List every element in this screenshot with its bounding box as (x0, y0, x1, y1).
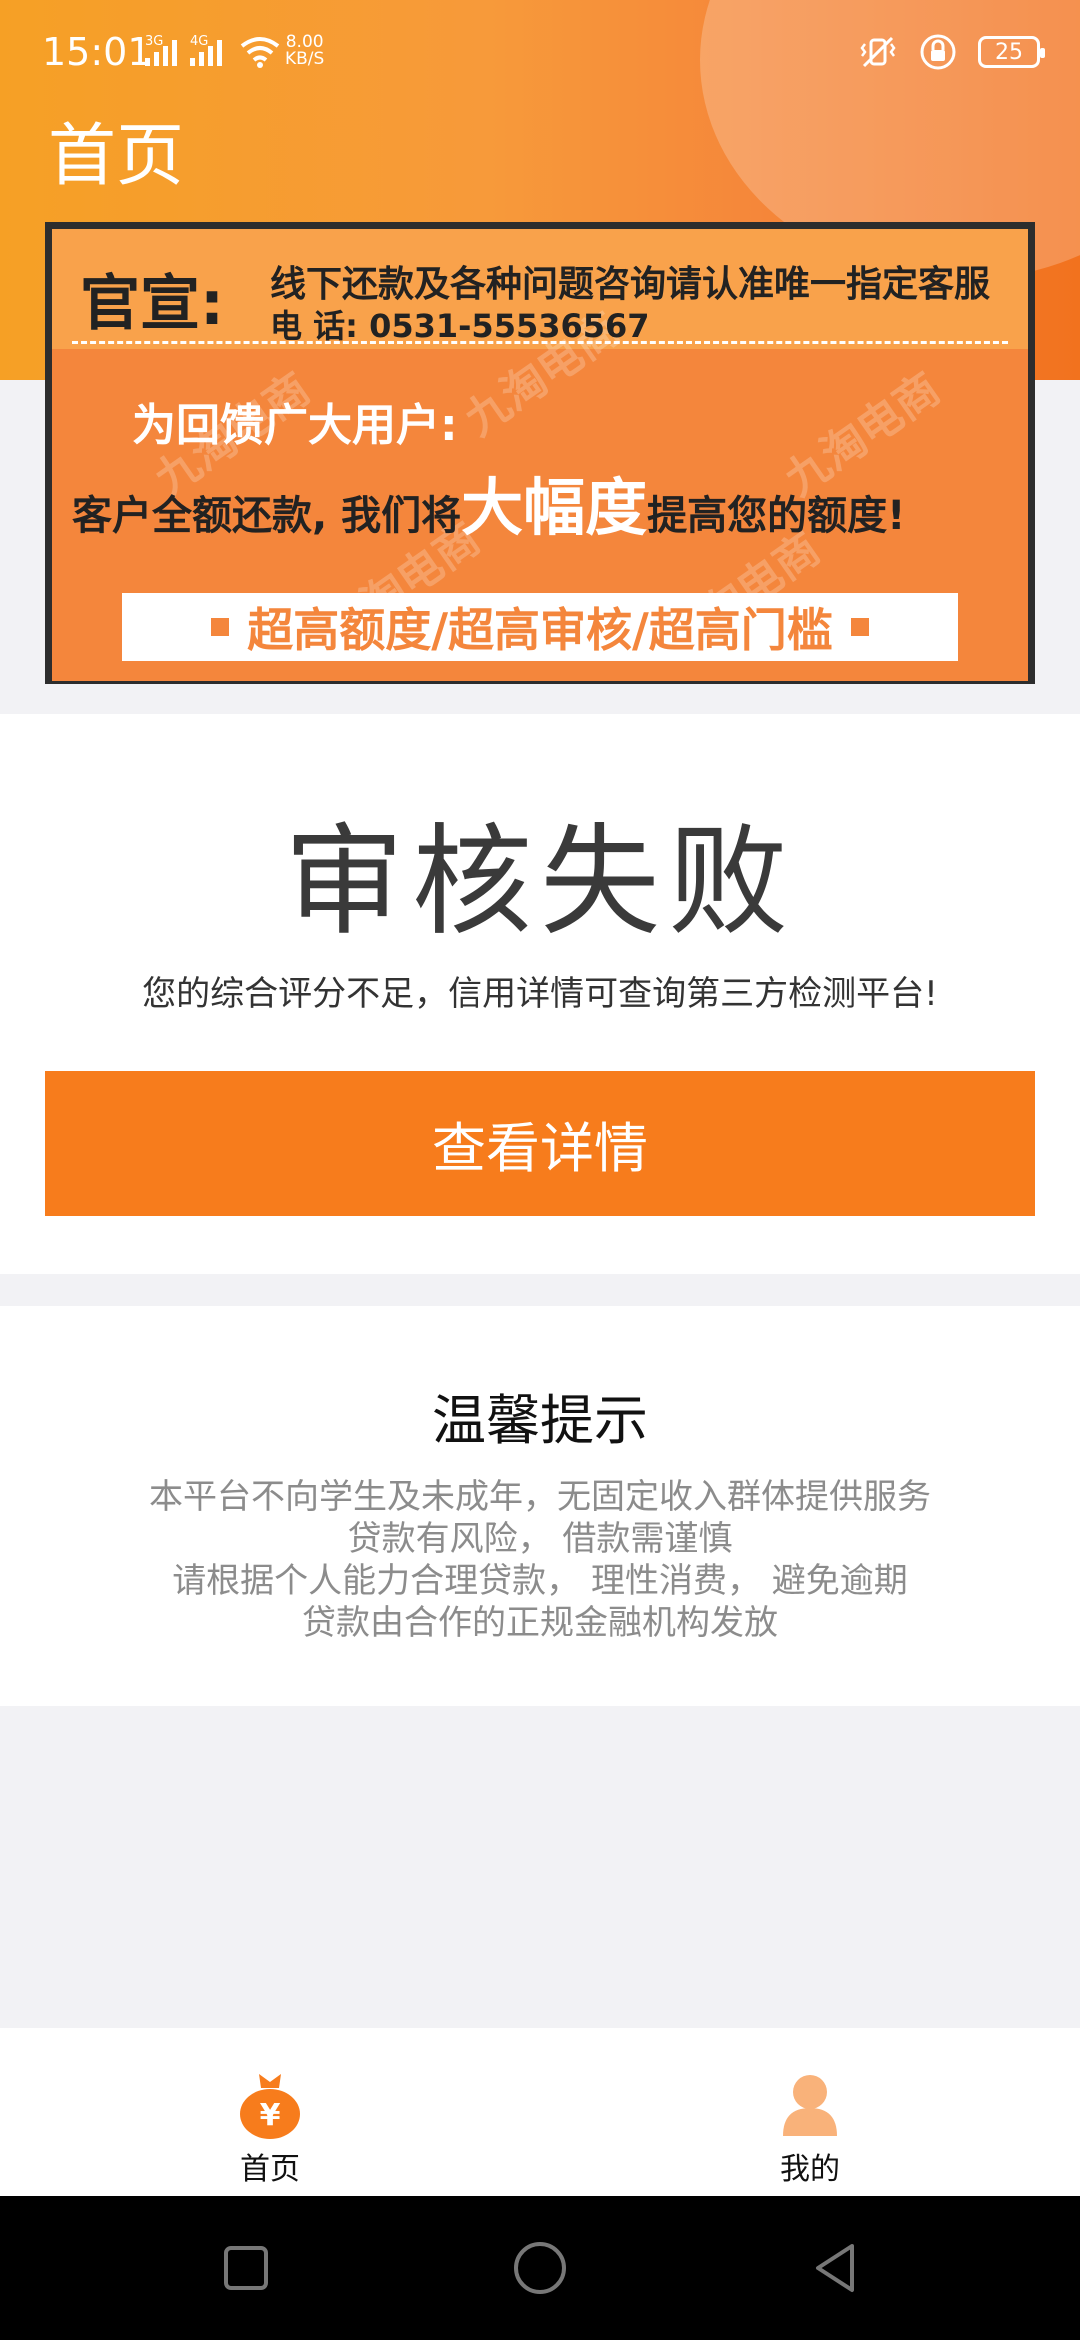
banner-strip-text: 超高额度/超高审核/超高门槛 (247, 603, 833, 657)
network-speed: 8.00 KB/S (285, 34, 324, 68)
view-details-button[interactable]: 查看详情 (45, 1071, 1035, 1216)
tab-home[interactable]: ¥ 首页 (0, 2028, 540, 2196)
banner-main-end: 额度! (807, 493, 906, 539)
banner-main-big: 大幅度 (461, 471, 648, 544)
lock-rotation-icon (920, 34, 956, 70)
signal-3g-icon: 3G (145, 34, 177, 66)
status-right-group: 25 (858, 32, 1045, 72)
promo-banner[interactable]: 九淘电商 九淘电商 九淘电商 九淘电商 九淘电商 官宣: 线下还款及各种问题咨询… (45, 222, 1035, 684)
strip-square-icon (850, 618, 869, 636)
back-triangle-icon[interactable] (804, 2236, 868, 2300)
bottom-tab-bar: ¥ 首页 我的 (0, 2028, 1080, 2196)
tab-mine-label: 我的 (780, 2152, 840, 2187)
user-icon (783, 2075, 837, 2136)
strip-square-icon (211, 618, 230, 636)
vibrate-icon (860, 36, 896, 68)
tips-title: 温馨提示 (432, 1389, 648, 1452)
tips-lines: 本平台不向学生及未成年，无固定收入群体提供服务 贷款有风险， 借款需谨慎 请根据… (0, 1476, 1080, 1644)
wifi-icon (240, 37, 280, 68)
svg-text:¥: ¥ (260, 2098, 281, 2133)
tips-card: 温馨提示 本平台不向学生及未成年，无固定收入群体提供服务 贷款有风险， 借款需谨… (0, 1306, 1080, 1706)
home-circle-icon[interactable] (508, 2236, 572, 2300)
banner-phone: 电 话: 0531-55536567 (270, 307, 650, 345)
banner-heading: 为回馈广大用户: (132, 400, 458, 451)
system-nav-bar (0, 2196, 1080, 2340)
banner-main-mid: 提高您的 (647, 493, 808, 539)
battery-icon: 25 (978, 36, 1045, 68)
sim2-label: 4G (190, 34, 209, 49)
banner-strip: 超高额度/超高审核/超高门槛 (122, 593, 958, 661)
recent-apps-icon[interactable] (214, 2236, 278, 2300)
tab-home-label: 首页 (240, 2152, 300, 2187)
banner-official-label: 官宣: (80, 269, 224, 339)
page-title: 首页 (48, 117, 185, 196)
result-description: 您的综合评分不足，信用详情可查询第三方检测平台! (142, 974, 938, 1014)
banner-main-text: 客户全额还款, 我们将大幅度提高您的额度! (72, 457, 905, 547)
sim1-label: 3G (145, 34, 164, 49)
result-title: 审核失败 (284, 813, 796, 952)
status-bar: 15:01 3G 4G 8.00 KB/S 25 (0, 0, 1080, 110)
tab-mine[interactable]: 我的 (540, 2028, 1080, 2196)
status-time: 15:01 (42, 30, 152, 74)
tips-line: 贷款有风险， 借款需谨慎 (347, 1519, 733, 1559)
signal-4g-icon: 4G (190, 34, 222, 66)
tips-line: 贷款由合作的正规金融机构发放 (302, 1603, 778, 1643)
banner-main-prefix: 客户全额还款, 我们将 (72, 493, 462, 539)
banner-line1: 线下还款及各种问题咨询请认准唯一指定客服 (270, 264, 991, 305)
net-speed-unit: KB/S (285, 49, 325, 69)
result-card: 审核失败 您的综合评分不足，信用详情可查询第三方检测平台! 查看详情 (0, 714, 1080, 1274)
tips-line: 本平台不向学生及未成年，无固定收入群体提供服务 (149, 1477, 931, 1517)
tips-line: 请根据个人能力合理贷款， 理性消费， 避免逾期 (172, 1561, 908, 1601)
money-bag-icon: ¥ (240, 2074, 300, 2139)
